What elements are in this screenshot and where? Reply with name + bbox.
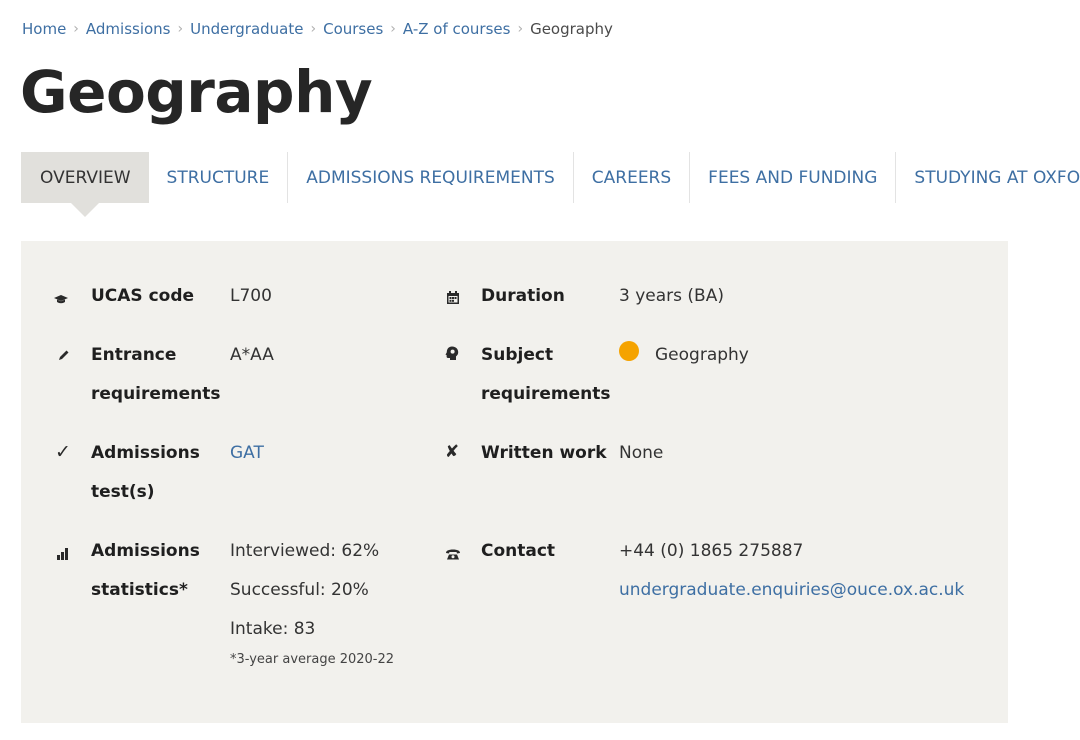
breadcrumb-separator: › <box>310 21 317 37</box>
entrance-requirements-label: Entrance requirements <box>91 336 221 414</box>
course-tabs: OVERVIEW STRUCTURE ADMISSIONS REQUIREMEN… <box>21 152 1080 217</box>
breadcrumb-separator: › <box>73 21 79 37</box>
contact-email-link[interactable]: undergraduate.enquiries@ouce.ox.ac.uk <box>619 580 964 600</box>
ucas-code-value: L700 <box>230 286 272 306</box>
breadcrumb-courses[interactable]: Courses <box>323 20 383 38</box>
tab-careers[interactable]: CAREERS <box>574 152 691 203</box>
stats-label-line2: statistics* <box>91 571 200 610</box>
entrance-requirements-value: A*AA <box>230 345 274 365</box>
admissions-statistics-label: Admissions statistics* <box>91 532 200 610</box>
telephone-icon <box>441 545 465 564</box>
stats-footnote: *3-year average 2020-22 <box>230 652 395 667</box>
contact-label: Contact <box>481 541 556 561</box>
subject-label-line1: Subject <box>481 345 554 365</box>
entrance-label-line2: requirements <box>91 384 221 404</box>
tab-studying-at-oxford[interactable]: STUDYING AT OXFORD <box>896 152 1080 203</box>
stat-intake: Intake: 83 <box>230 619 316 639</box>
breadcrumb-separator: › <box>177 21 184 37</box>
head-icon <box>440 346 464 365</box>
breadcrumb-admissions[interactable]: Admissions <box>86 20 171 38</box>
stats-label-line1: Admissions <box>91 541 200 561</box>
essential-subject-dot <box>619 341 639 361</box>
breadcrumb-home[interactable]: Home <box>22 20 66 38</box>
ucas-code-label: UCAS code <box>91 286 195 306</box>
admissions-tests-value: GAT <box>230 434 264 473</box>
page-title: Geography <box>20 58 373 126</box>
contact-values: +44 (0) 1865 275887 undergraduate.enquir… <box>619 532 964 610</box>
subject-requirements-value: Geography <box>619 336 749 375</box>
admissions-statistics-values: Interviewed: 62% Successful: 20% Intake:… <box>230 532 394 671</box>
written-work-label: Written work <box>481 443 607 463</box>
tab-structure[interactable]: STRUCTURE <box>149 152 289 203</box>
subject-name: Geography <box>655 345 749 365</box>
checkmark-icon: ✓ <box>55 441 71 463</box>
stats-label-text: statistics* <box>91 580 188 600</box>
subject-requirements-label: Subject requirements <box>481 336 611 414</box>
subject-label-line2: requirements <box>481 384 611 404</box>
entrance-label-line1: Entrance <box>91 345 177 365</box>
breadcrumb-a-z-courses[interactable]: A-Z of courses <box>403 20 511 38</box>
cross-icon: ✘ <box>444 442 460 462</box>
tests-label-line1: Admissions <box>91 443 200 463</box>
written-work-value: None <box>619 443 664 463</box>
breadcrumb-separator: › <box>517 21 524 37</box>
tab-admissions-requirements[interactable]: ADMISSIONS REQUIREMENTS <box>288 152 574 203</box>
breadcrumb: Home › Admissions › Undergraduate › Cour… <box>22 20 613 38</box>
calendar-icon <box>441 289 465 308</box>
breadcrumb-separator: › <box>390 21 396 37</box>
gat-link[interactable]: GAT <box>230 443 264 463</box>
duration-label: Duration <box>481 286 565 306</box>
admissions-tests-label: Admissions test(s) <box>91 434 200 512</box>
stat-interviewed: Interviewed: 62% <box>230 541 380 561</box>
pencil-icon <box>51 347 75 366</box>
breadcrumb-current: Geography <box>530 20 613 38</box>
duration-value: 3 years (BA) <box>619 286 724 306</box>
contact-phone: +44 (0) 1865 275887 <box>619 541 804 561</box>
tab-fees-and-funding[interactable]: FEES AND FUNDING <box>690 152 897 203</box>
bar-chart-icon <box>52 545 76 564</box>
stat-successful: Successful: 20% <box>230 580 369 600</box>
tests-label-line2: test(s) <box>91 482 155 502</box>
breadcrumb-undergraduate[interactable]: Undergraduate <box>190 20 303 38</box>
graduation-cap-icon <box>49 290 73 309</box>
course-facts-panel: UCAS code L700 Entrance requirements A*A… <box>21 241 1008 723</box>
tab-overview[interactable]: OVERVIEW <box>21 152 149 217</box>
